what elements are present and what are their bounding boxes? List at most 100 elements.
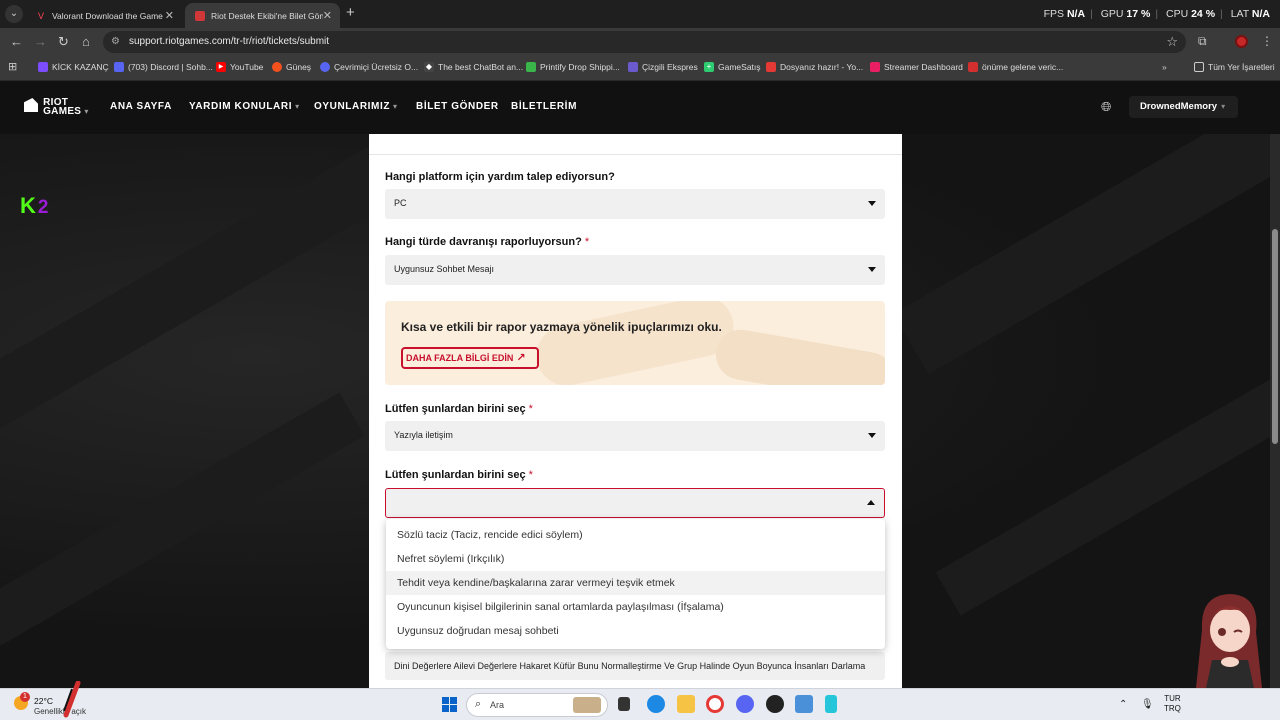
nav-submit-ticket[interactable]: BİLET GÖNDER <box>416 101 499 112</box>
dropdown-option-verbal-abuse[interactable]: Sözlü taciz (Taciz, rencide edici söylem… <box>386 523 885 547</box>
extensions-icon[interactable]: ⧉ <box>1198 34 1207 49</box>
bookmark-item[interactable]: KİCK KAZANÇ <box>38 62 109 72</box>
kick-letter: K <box>20 193 38 218</box>
caret-up-icon <box>867 500 875 505</box>
close-tab-icon[interactable]: ✕ <box>323 9 332 22</box>
page-scrollbar[interactable] <box>1270 134 1280 688</box>
more-menu-icon[interactable]: ⋮ <box>1261 34 1273 48</box>
behavior-select[interactable]: Uygunsuz Sohbet Mesajı <box>385 255 885 285</box>
tab-riot-support[interactable]: Riot Destek Ekibi'ne Bilet Gönd ✕ <box>185 3 340 28</box>
edge-icon[interactable] <box>647 695 665 713</box>
logo-line2: GAMES <box>43 106 82 117</box>
windows-taskbar: 1 22°C Genellikle açık ⌕ Ara ⌃ 🎙︎ TUR TR… <box>0 681 1280 720</box>
dropdown-option-dm-chat[interactable]: Uygunsuz doğrudan mesaj sohbeti <box>386 619 885 643</box>
bookmark-item[interactable]: Güneş <box>272 62 311 72</box>
select1-question: Lütfen şunlardan birini seç * <box>385 403 533 415</box>
bookmark-item[interactable]: Streamer Dashboard <box>870 62 963 72</box>
bookmark-favicon <box>968 62 978 72</box>
platform-select[interactable]: PC <box>385 189 885 219</box>
nav-home[interactable]: ANA SAYFA <box>110 101 172 112</box>
bookmark-favicon: + <box>704 62 714 72</box>
browser-toolbar: ← → ↻ ⌂ ⚙ support.riotgames.com/tr-tr/ri… <box>0 28 1280 56</box>
browser-tab-bar: ⌄ V Valorant Download the Game ✕ Riot De… <box>0 0 1280 28</box>
dropdown-option-hate-speech[interactable]: Nefret söylemi (Irkçılık) <box>386 547 885 571</box>
bookmark-item[interactable]: Dosyanız hazır! - Yo... <box>766 62 863 72</box>
taskbar-search[interactable]: ⌕ Ara <box>466 693 608 717</box>
notepad-icon[interactable] <box>825 695 837 713</box>
riot-fist-icon <box>24 98 38 112</box>
back-arrow-icon[interactable]: ← <box>10 34 23 49</box>
riot-icon <box>195 10 205 21</box>
bookmark-favicon <box>526 62 536 72</box>
tab-valorant-download[interactable]: V Valorant Download the Game ✕ <box>26 3 182 28</box>
chrome-icon[interactable] <box>706 695 724 713</box>
microphone-icon[interactable]: 🎙︎ <box>1141 699 1154 710</box>
learn-more-button[interactable]: DAHA FAZLA BİLGİ EDİN ↗ <box>401 347 539 369</box>
bookmark-item[interactable]: ▶ YouTube <box>216 62 263 72</box>
tab-title: Riot Destek Ekibi'ne Bilet Gönd <box>211 10 323 21</box>
tips-text: Kısa ve etkili bir rapor yazmaya yönelik… <box>401 320 722 334</box>
address-bar[interactable]: ⚙ support.riotgames.com/tr-tr/riot/ticke… <box>103 31 1186 53</box>
file-explorer-icon[interactable] <box>677 695 695 713</box>
discord-icon[interactable] <box>736 695 754 713</box>
tab-search-button[interactable]: ⌄ <box>5 5 23 23</box>
nav-our-games[interactable]: OYUNLARIMIZ ▾ <box>314 101 398 112</box>
nav-my-tickets[interactable]: BİLETLERİM <box>511 101 577 112</box>
cpu-value: 24 % <box>1191 8 1216 20</box>
description-text: Dini Değerlere Ailevi Değerlere Hakaret … <box>394 661 866 671</box>
tab-title: Valorant Download the Game <box>52 10 163 21</box>
tips-callout: Kısa ve etkili bir rapor yazmaya yönelik… <box>385 301 885 385</box>
task-view-icon[interactable] <box>618 697 630 711</box>
gpu-label: GPU <box>1100 8 1124 20</box>
communication-type-select[interactable]: Yazıyla iletişim <box>385 421 885 451</box>
fps-label: FPS <box>1043 8 1065 20</box>
nav-help-topics[interactable]: YARDIM KONULARI ▾ <box>189 101 300 112</box>
forward-arrow-icon[interactable]: → <box>34 34 47 49</box>
bookmark-favicon <box>114 62 124 72</box>
bookmark-item[interactable]: Printify Drop Shippi... <box>526 62 620 72</box>
scrollbar-thumb[interactable] <box>1272 229 1278 444</box>
notification-badge: 1 <box>20 692 30 702</box>
reload-icon[interactable]: ↻ <box>58 34 69 50</box>
behavior-value: Uygunsuz Sohbet Mesajı <box>394 264 495 274</box>
riot-games-logo[interactable]: RIOT GAMES ▾ <box>24 98 89 117</box>
close-tab-icon[interactable]: ✕ <box>165 9 174 22</box>
bookmark-item[interactable]: + GameSatış <box>704 62 761 72</box>
temperature: 22°C <box>34 696 53 706</box>
behavior-question: Hangi türde davranışı raporluyorsun? * <box>385 236 590 248</box>
bookmark-item[interactable]: ◆ The best ChatBot an... <box>424 62 523 72</box>
dropdown-option-doxxing[interactable]: Oyuncunun kişisel bilgilerinin sanal ort… <box>386 595 885 619</box>
user-menu-button[interactable]: DrownedMemory ▾ <box>1129 96 1238 118</box>
chevron-down-icon: ▾ <box>84 107 89 116</box>
windows-start-icon[interactable] <box>440 695 458 713</box>
lat-label: LAT <box>1230 8 1249 20</box>
home-icon[interactable]: ⌂ <box>82 34 90 49</box>
required-asterisk: * <box>528 469 533 481</box>
lat-value: N/A <box>1251 8 1270 20</box>
globe-icon[interactable]: 🌐︎ <box>1101 99 1111 115</box>
dropdown-option-threats[interactable]: Tehdit veya kendine/başkalarına zarar ve… <box>386 571 885 595</box>
input-language[interactable]: TUR TRQ <box>1164 694 1181 714</box>
chevron-up-icon[interactable]: ⌃ <box>1119 699 1127 710</box>
bookmark-item[interactable]: (703) Discord | Sohb... <box>114 62 213 72</box>
profile-avatar[interactable] <box>1235 35 1248 48</box>
bookmark-item[interactable]: önüme gelene veric... <box>968 62 1063 72</box>
description-field[interactable]: Dini Değerlere Ailevi Değerlere Hakaret … <box>385 652 885 680</box>
bookmark-item[interactable]: Çizgili Ekspres <box>628 62 698 72</box>
performance-overlay: FPS N/A | GPU 17 % | CPU 24 % | LAT N/A <box>1043 8 1270 20</box>
chevron-down-icon: ▾ <box>1221 102 1226 111</box>
pen-stroke-icon <box>63 681 81 718</box>
app-icon[interactable] <box>795 695 813 713</box>
site-info-icon[interactable]: ⚙ <box>111 36 122 47</box>
bookmark-star-icon[interactable]: ☆ <box>1166 34 1178 50</box>
all-bookmarks-folder[interactable]: Tüm Yer İşaretleri <box>1194 62 1275 72</box>
offense-type-select[interactable] <box>385 488 885 518</box>
obs-icon[interactable] <box>766 695 784 713</box>
bookmark-item[interactable]: Çevrimiçi Ücretsiz O... <box>320 62 418 72</box>
url-text: support.riotgames.com/tr-tr/riot/tickets… <box>129 36 330 47</box>
chevron-down-icon: ▾ <box>393 102 398 111</box>
plus-icon[interactable]: + <box>346 4 355 21</box>
apps-grid-icon[interactable]: ⊞ <box>8 60 17 73</box>
offense-type-dropdown: Sözlü taciz (Taciz, rencide edici söylem… <box>386 519 885 649</box>
bookmarks-overflow-icon[interactable]: » <box>1162 62 1167 72</box>
